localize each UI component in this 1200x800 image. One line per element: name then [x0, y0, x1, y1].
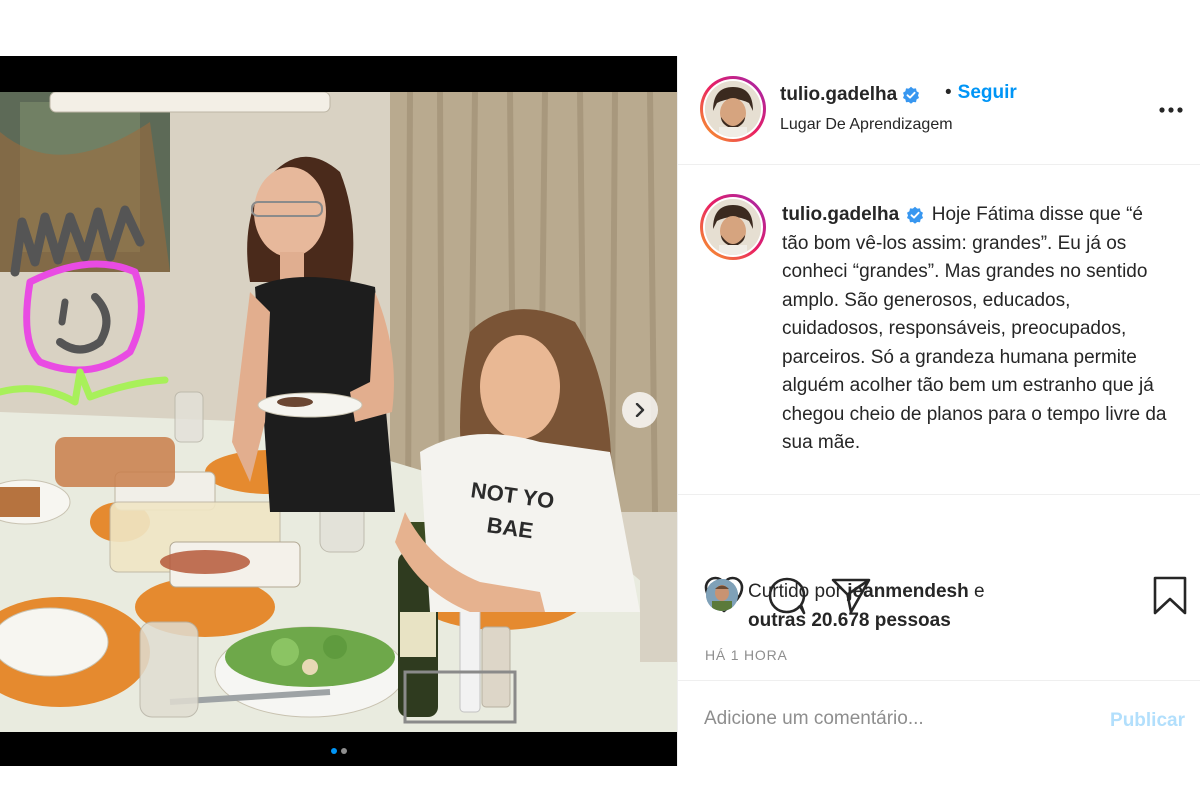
bookmark-icon: [1153, 576, 1187, 615]
post-photo: NOT YO BAE: [0, 92, 677, 732]
post-timestamp[interactable]: HÁ 1 HORA: [705, 647, 788, 663]
liker-username[interactable]: jeanmendesh: [847, 581, 968, 602]
save-button[interactable]: [1152, 576, 1188, 621]
chevron-right-icon: [635, 403, 645, 417]
follow-label[interactable]: Seguir: [958, 82, 1017, 103]
verified-badge-icon: [907, 206, 924, 224]
caption-text: Hoje Fátima disse que “é tão bom vê-los …: [782, 204, 1167, 453]
comment-section: Publicar: [678, 680, 1200, 766]
username-text[interactable]: tulio.gadelha: [780, 84, 897, 105]
post-header: tulio.gadelha • Seguir Lugar De Aprendiza…: [678, 56, 1200, 165]
verified-badge-icon: [903, 86, 920, 104]
profile-picture: [705, 199, 761, 255]
likes-conjunction: e: [974, 581, 985, 602]
dinner-table-photo: NOT YO BAE: [0, 92, 677, 732]
carousel-dot-2: [340, 748, 347, 754]
liker-avatar[interactable]: [706, 579, 738, 611]
post-side-panel: tulio.gadelha • Seguir Lugar De Aprendiza…: [677, 56, 1200, 766]
caption-username[interactable]: tulio.gadelha: [782, 204, 899, 225]
caption-avatar[interactable]: [700, 194, 766, 260]
actions-section: Curtido por jeanmendesh e outras 20.678 …: [678, 494, 1200, 681]
location-link[interactable]: Lugar De Aprendizagem: [780, 116, 953, 134]
more-options-icon: [1159, 107, 1183, 113]
header-username[interactable]: tulio.gadelha: [780, 84, 920, 106]
publish-button[interactable]: Publicar: [1110, 710, 1185, 732]
likes-count[interactable]: outras 20.678 pessoas: [748, 610, 951, 631]
carousel-indicator: [0, 748, 677, 754]
caption-section: tulio.gadelha Hoje Fátima disse que “é t…: [678, 164, 1200, 495]
instagram-post: NOT YO BAE tulio.gadelha • Seguir Lugar …: [0, 56, 1200, 766]
carousel-next-button[interactable]: [622, 392, 658, 428]
likes-summary: Curtido por jeanmendesh e outras 20.678 …: [748, 577, 1048, 635]
carousel-dot-1: [330, 748, 337, 754]
post-media: NOT YO BAE: [0, 56, 677, 766]
comment-input[interactable]: [704, 708, 1064, 730]
header-avatar[interactable]: [700, 76, 766, 142]
liker-profile-picture: [706, 579, 738, 611]
post-caption: tulio.gadelha Hoje Fátima disse que “é t…: [782, 201, 1172, 458]
header-separator: •: [945, 82, 952, 103]
profile-picture: [705, 81, 761, 137]
likes-prefix: Curtido por: [748, 581, 842, 602]
more-options-button[interactable]: [1159, 100, 1183, 118]
follow-button[interactable]: • Seguir: [945, 82, 1017, 104]
